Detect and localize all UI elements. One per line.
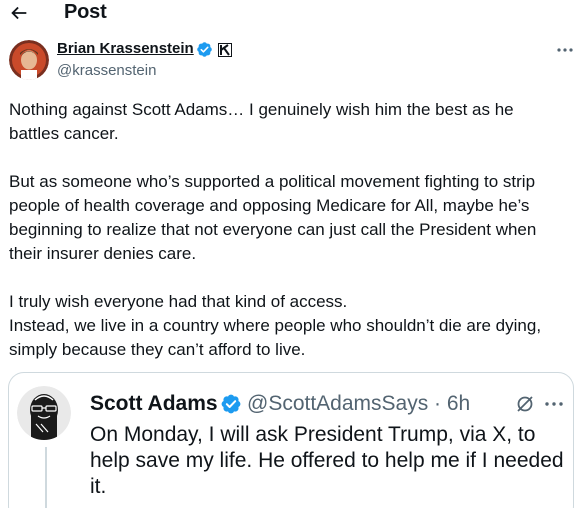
verified-badge-icon xyxy=(221,394,241,414)
author-name[interactable]: Brian Krassenstein xyxy=(57,40,194,57)
post-text-line: people of health coverage and opposing M… xyxy=(9,196,530,215)
author-handle[interactable]: @krassenstein xyxy=(57,62,156,79)
post-text-line: beginning to realize that not everyone c… xyxy=(9,220,537,239)
post-text-line: Nothing against Scott Adams… I genuinely… xyxy=(9,100,514,119)
quoted-post-card[interactable]: Scott Adams @ScottAdamsSays · 6h On Mond… xyxy=(8,372,574,508)
post-text-line: battles cancer. xyxy=(9,124,119,143)
quoted-post-text: On Monday, I will ask President Trump, v… xyxy=(90,422,564,500)
more-horizontal-icon[interactable] xyxy=(543,394,565,414)
author-avatar[interactable] xyxy=(9,40,49,80)
post-text-line: But as someone who’s supported a politic… xyxy=(9,172,536,191)
grok-icon[interactable] xyxy=(515,394,535,414)
quoted-text-line: On Monday, I will ask President Trump, v… xyxy=(90,423,536,446)
more-horizontal-icon[interactable] xyxy=(555,40,575,60)
quoted-handle-time[interactable]: @ScottAdamsSays · 6h xyxy=(247,392,470,416)
post-text-line: Instead, we live in a country where peop… xyxy=(9,316,542,335)
post-body: Nothing against Scott Adams… I genuinely… xyxy=(9,98,575,362)
post-text-line: simply because they can’t afford to live… xyxy=(9,340,306,359)
quoted-text-line: help save my life. He offered to help me… xyxy=(90,449,564,472)
post-header: Post xyxy=(0,0,583,30)
quoted-text-line: it. xyxy=(90,475,107,498)
quoted-author-name[interactable]: Scott Adams xyxy=(90,392,218,416)
post-text-line: I truly wish everyone had that kind of a… xyxy=(9,292,348,311)
arrow-left-icon[interactable] xyxy=(8,2,30,24)
post-text-line: their insurer denies care. xyxy=(9,244,197,263)
affiliation-badge-icon xyxy=(218,43,232,57)
quoted-author-avatar[interactable] xyxy=(17,386,71,440)
page-title: Post xyxy=(64,1,107,23)
verified-badge-icon xyxy=(197,42,212,57)
thread-line xyxy=(45,447,47,508)
